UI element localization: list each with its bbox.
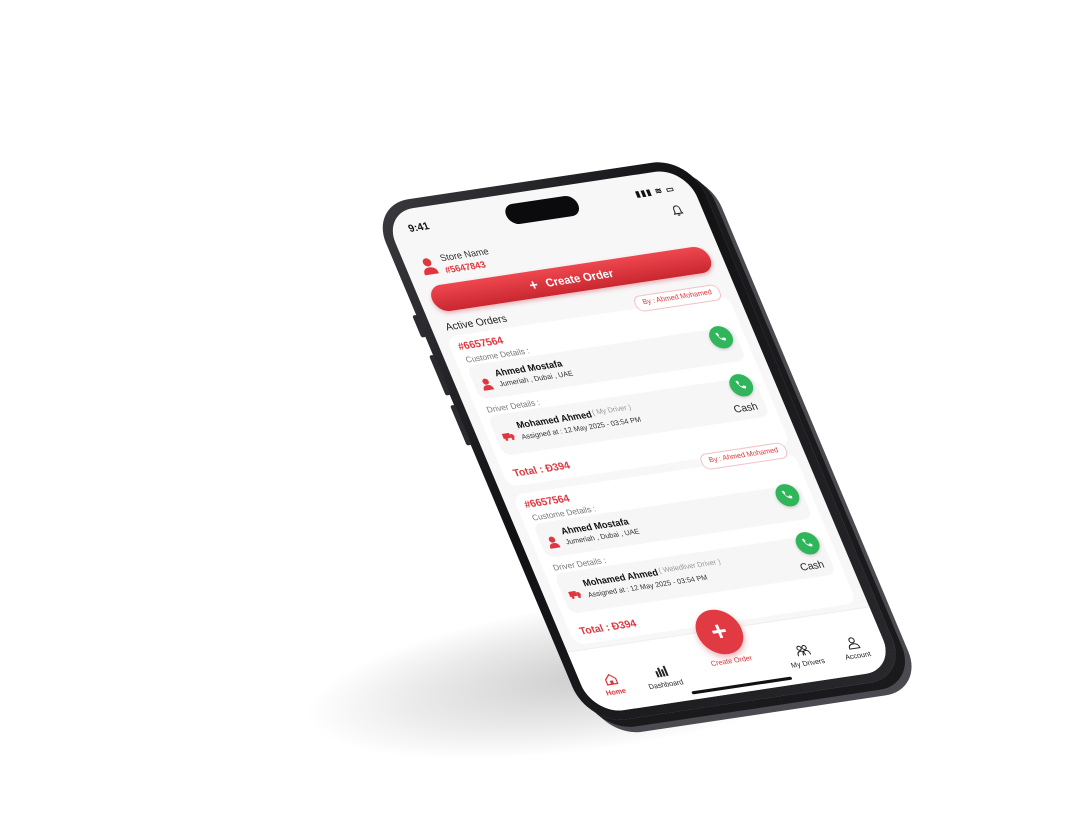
phone-icon (801, 538, 813, 547)
account-icon (848, 637, 861, 650)
create-order-label: Create Order (543, 267, 616, 290)
phone-icon (781, 490, 793, 499)
customer-avatar-icon (548, 536, 561, 549)
tab-dashboard[interactable]: Dashboard (634, 661, 692, 692)
dashboard-icon (655, 665, 669, 678)
call-driver-button[interactable] (725, 372, 757, 398)
status-time: 9:41 (406, 220, 432, 235)
order-total: Total : Ð394 (511, 460, 573, 480)
call-customer-button[interactable] (771, 482, 804, 508)
order-total: Total : Ð394 (577, 618, 639, 638)
driver-type-tag: ( Weledliver Driver ) (657, 558, 723, 575)
delivery-truck-icon (501, 432, 515, 441)
store-avatar-icon (422, 258, 440, 276)
phone-body: 9:41 ▮▮▮ ≋ ▭ Store Name #5647843 + Creat… (370, 157, 909, 725)
tab-account-label: Account (844, 650, 873, 662)
tab-dashboard-label: Dashboard (647, 679, 685, 692)
driver-type-tag: ( My Driver ) (591, 404, 633, 417)
bell-icon[interactable] (669, 204, 686, 218)
drivers-group-icon (796, 644, 812, 657)
customer-avatar-icon (482, 378, 495, 391)
phone-screen: 9:41 ▮▮▮ ≋ ▭ Store Name #5647843 + Creat… (382, 167, 896, 715)
tab-account[interactable]: Account (826, 632, 884, 663)
call-driver-button[interactable] (791, 530, 824, 556)
status-bar: 9:41 ▮▮▮ ≋ ▭ (407, 184, 679, 238)
tab-home[interactable]: Home (584, 667, 642, 700)
payment-method: Cash (732, 401, 760, 416)
tab-my-drivers-label: My Drivers (790, 657, 827, 670)
tab-create-order-label: Create Order (709, 654, 754, 669)
status-icons: ▮▮▮ ≋ ▭ (633, 184, 677, 199)
plus-icon: + (526, 276, 541, 294)
payment-method: Cash (798, 559, 827, 574)
home-icon (604, 673, 619, 686)
delivery-truck-icon (568, 590, 582, 599)
phone-icon (735, 380, 747, 389)
created-by-badge: By : Ahmed Mohamed (631, 283, 724, 313)
phone-mockup: 9:41 ▮▮▮ ≋ ▭ Store Name #5647843 + Creat… (330, 157, 909, 730)
phone-icon (715, 332, 727, 341)
tab-my-drivers[interactable]: My Drivers (776, 640, 834, 671)
call-customer-button[interactable] (705, 324, 737, 350)
tab-home-label: Home (605, 687, 628, 698)
